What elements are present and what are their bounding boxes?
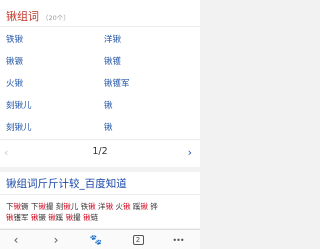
snippet-text: 链 [90, 213, 99, 222]
snippet-text: 镢 [38, 213, 49, 222]
word-row: 刻锹儿 锹 [0, 115, 200, 137]
page-indicator: 1/2 [92, 146, 108, 157]
snippet-text: 镢 下 [21, 202, 39, 211]
word-row: 锹镢 锹镬 [0, 49, 200, 71]
word-row: 铁锹 洋锹 [0, 27, 200, 49]
search-result-card-2: 锹组词斤斤计较_百度知道 下锹镢 下锹撮 刻锹儿 铁锹 洋锹 火锹 蹊锹 铧 锹… [0, 172, 200, 228]
word-link[interactable]: 锹镬军 [104, 77, 130, 89]
tabs-count: 2 [132, 235, 144, 245]
snippet-line: 下锹镢 下锹撮 刻锹儿 铁锹 洋锹 火锹 蹊锹 铧 [6, 201, 198, 212]
word-link[interactable]: 锹镢 [6, 55, 23, 67]
snippet-text: 镬军 [13, 213, 31, 222]
highlighted-term: 锹 [88, 202, 96, 211]
word-link[interactable]: 刻锹儿 [6, 121, 32, 133]
snippet-text: 铧 [147, 202, 158, 211]
snippet-text: 洋 [95, 202, 106, 211]
highlighted-term: 锹 [38, 202, 46, 211]
snippet-text: 下 [6, 202, 14, 211]
highlighted-term: 锹 [63, 202, 71, 211]
result-snippet: 下锹镢 下锹撮 刻锹儿 铁锹 洋锹 火锹 蹊锹 铧 锹镬军 锹镢 锹蹊 锹撮 锹… [6, 201, 198, 223]
search-result-card: 锹组词 （20个） 铁锹 洋锹 锹镢 锹镬 火锹 锹镬军 刻锹儿 锹 刻锹儿 锹… [0, 0, 200, 167]
word-count: （20个） [42, 14, 70, 22]
word-row: 刻锹儿 锹 [0, 93, 200, 115]
highlighted-term: 锹 [83, 213, 91, 222]
paw-icon[interactable]: 🐾 [86, 232, 106, 248]
forward-icon[interactable]: › [46, 232, 66, 248]
result-title-link[interactable]: 锹组词斤斤计较_百度知道 [6, 176, 127, 191]
word-row: 火锹 锹镬军 [0, 71, 200, 93]
word-link[interactable]: 锹 [104, 99, 113, 111]
pagination: ‹ 1/2 › [0, 140, 200, 165]
word-grid: 铁锹 洋锹 锹镢 锹镬 火锹 锹镬军 刻锹儿 锹 刻锹儿 锹 [0, 27, 200, 137]
word-link[interactable]: 锹 [104, 121, 113, 133]
snippet-text: 撮 刻 [45, 202, 64, 211]
more-icon[interactable]: ••• [168, 232, 188, 248]
tabs-button[interactable]: 2 [128, 232, 148, 248]
highlighted-term: 锹 [6, 213, 14, 222]
snippet-text: 蹊 [130, 202, 141, 211]
word-link[interactable]: 火锹 [6, 77, 23, 89]
highlighted-term: 锹 [140, 202, 148, 211]
snippet-text: 儿 铁 [70, 202, 89, 211]
highlighted-term: 锹 [105, 202, 114, 211]
browser-toolbar: ‹ › 🐾 2 ••• [0, 229, 200, 249]
word-link[interactable]: 锹镬 [104, 55, 121, 67]
highlighted-term: 锹 [48, 213, 56, 222]
snippet-text: 撮 [73, 213, 84, 222]
card-title[interactable]: 锹组词 [6, 8, 39, 24]
highlighted-term: 锹 [13, 202, 22, 211]
snippet-text: 火 [113, 202, 123, 211]
word-link[interactable]: 铁锹 [6, 33, 23, 45]
snippet-text: 蹊 [55, 213, 66, 222]
snippet-line: 锹镬军 锹镢 锹蹊 锹撮 锹链 [6, 212, 198, 223]
word-link[interactable]: 洋锹 [104, 33, 121, 45]
next-page-button[interactable]: › [188, 146, 192, 159]
word-link[interactable]: 刻锹儿 [6, 99, 32, 111]
back-icon[interactable]: ‹ [6, 232, 26, 248]
card-header[interactable]: 锹组词 （20个） [6, 8, 70, 24]
divider [0, 194, 200, 195]
